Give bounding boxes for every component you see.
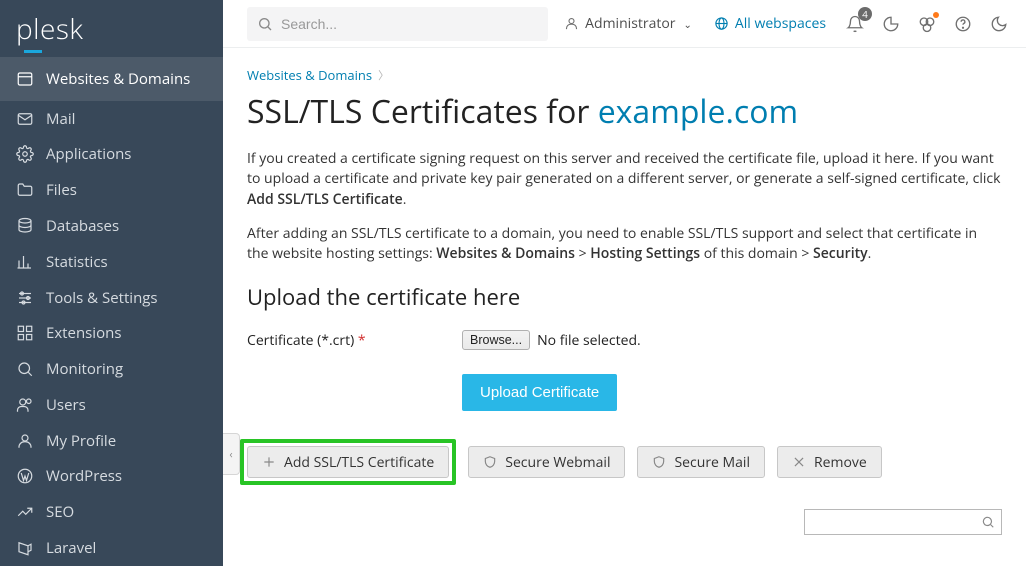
secure-webmail-button[interactable]: Secure Webmail: [468, 446, 625, 478]
intro-paragraph-2: After adding an SSL/TLS certificate to a…: [247, 224, 1002, 265]
extras-button[interactable]: [912, 9, 942, 39]
sidebar-item-tools-settings[interactable]: Tools & Settings: [0, 280, 223, 316]
sidebar-item-label: Monitoring: [46, 359, 123, 379]
intro-paragraph-1: If you created a certificate signing req…: [247, 149, 1002, 210]
action-label: Remove: [814, 453, 867, 472]
table-search[interactable]: [804, 509, 1002, 535]
sidebar-item-label: Databases: [46, 216, 119, 236]
sidebar-item-extensions[interactable]: Extensions: [0, 315, 223, 351]
sidebar-item-label: My Profile: [46, 431, 116, 451]
sliders-icon: [16, 289, 34, 307]
action-label: Secure Webmail: [505, 453, 610, 472]
page-title-prefix: SSL/TLS Certificates for: [247, 90, 598, 133]
subscriptions-menu[interactable]: All webspaces: [706, 10, 834, 37]
collapse-sidebar-handle[interactable]: ‹: [223, 433, 240, 475]
sidebar-item-label: Mail: [46, 109, 75, 129]
upload-certificate-button[interactable]: Upload Certificate: [462, 374, 617, 411]
sidebar-item-websites-domains[interactable]: Websites & Domains: [0, 57, 223, 101]
sidebar-item-label: Statistics: [46, 252, 108, 272]
sidebar-item-label: Laravel: [46, 538, 96, 558]
wordpress-icon: [16, 467, 34, 485]
globe-icon: [714, 16, 729, 31]
action-bar: ‹ Add SSL/TLS Certificate Secure Webmail: [247, 439, 1002, 485]
sidebar-item-label: Extensions: [46, 323, 121, 343]
dark-mode-button[interactable]: [984, 9, 1014, 39]
window-icon: [16, 70, 34, 88]
breadcrumb-parent[interactable]: Websites & Domains: [247, 66, 372, 84]
subscriptions-label: All webspaces: [735, 14, 826, 33]
sidebar-item-my-profile[interactable]: My Profile: [0, 423, 223, 459]
main: Administrator ⌄ All webspaces 4: [223, 0, 1026, 566]
sidebar: plesk Websites & Domains Mail Applicatio…: [0, 0, 223, 566]
sidebar-item-applications[interactable]: Applications: [0, 137, 223, 173]
mail-icon: [16, 110, 34, 128]
browse-button[interactable]: Browse...: [462, 330, 530, 350]
user-icon: [564, 16, 579, 31]
dot-badge: [933, 12, 939, 18]
laravel-icon: [16, 539, 34, 557]
add-ssl-button[interactable]: Add SSL/TLS Certificate: [247, 446, 449, 478]
sidebar-item-laravel[interactable]: Laravel: [0, 530, 223, 566]
notification-badge: 4: [858, 7, 872, 21]
chevron-down-icon: ⌄: [684, 17, 692, 31]
performance-button[interactable]: [876, 9, 906, 39]
shield-icon: [652, 455, 666, 469]
admin-menu[interactable]: Administrator ⌄: [556, 10, 700, 37]
certificate-label: Certificate (*.crt) *: [247, 331, 462, 350]
grid-icon: [16, 324, 34, 342]
sidebar-item-files[interactable]: Files: [0, 172, 223, 208]
sidebar-item-label: SEO: [46, 502, 74, 522]
folder-icon: [16, 181, 34, 199]
page-title: SSL/TLS Certificates for example.com: [247, 90, 1002, 133]
x-icon: [792, 455, 806, 469]
sidebar-item-wordpress[interactable]: WordPress: [0, 459, 223, 495]
sidebar-item-label: Files: [46, 180, 77, 200]
brand-logo[interactable]: plesk: [0, 0, 223, 57]
profile-icon: [16, 432, 34, 450]
required-mark: *: [358, 331, 366, 350]
breadcrumb: Websites & Domains 〉: [247, 66, 1002, 84]
certificate-field-row: Certificate (*.crt) * Browse... No file …: [247, 330, 1002, 350]
sidebar-item-mail[interactable]: Mail: [0, 101, 223, 137]
gear-icon: [16, 145, 34, 163]
sidebar-item-label: Users: [46, 395, 86, 415]
shield-icon: [483, 455, 497, 469]
help-button[interactable]: [948, 9, 978, 39]
remove-button[interactable]: Remove: [777, 446, 882, 478]
sidebar-item-monitoring[interactable]: Monitoring: [0, 351, 223, 387]
global-search[interactable]: [247, 7, 548, 41]
notifications-button[interactable]: 4: [840, 9, 870, 39]
sidebar-item-statistics[interactable]: Statistics: [0, 244, 223, 280]
sidebar-item-label: Websites & Domains: [46, 69, 190, 89]
table-search-input[interactable]: [811, 515, 977, 530]
search-input[interactable]: [281, 16, 538, 32]
upload-heading: Upload the certificate here: [247, 282, 1002, 312]
highlight-frame: Add SSL/TLS Certificate: [240, 439, 456, 485]
plus-icon: [262, 455, 276, 469]
users-icon: [16, 396, 34, 414]
chevron-right-icon: 〉: [378, 67, 389, 83]
sidebar-item-label: WordPress: [46, 466, 122, 486]
action-label: Secure Mail: [674, 453, 750, 472]
sidebar-item-users[interactable]: Users: [0, 387, 223, 423]
search-icon: [981, 515, 995, 529]
sidebar-item-databases[interactable]: Databases: [0, 208, 223, 244]
database-icon: [16, 217, 34, 235]
action-label: Add SSL/TLS Certificate: [284, 453, 434, 472]
chart-icon: [16, 253, 34, 271]
no-file-text: No file selected.: [537, 331, 641, 350]
seo-icon: [16, 503, 34, 521]
search-icon: [257, 16, 273, 32]
secure-mail-button[interactable]: Secure Mail: [637, 446, 765, 478]
page-title-domain[interactable]: example.com: [598, 90, 798, 133]
topbar: Administrator ⌄ All webspaces 4: [223, 0, 1026, 48]
admin-label: Administrator: [585, 14, 675, 33]
sidebar-item-label: Tools & Settings: [46, 288, 158, 308]
search-icon: [16, 360, 34, 378]
sidebar-item-seo[interactable]: SEO: [0, 494, 223, 530]
sidebar-item-label: Applications: [46, 144, 131, 164]
